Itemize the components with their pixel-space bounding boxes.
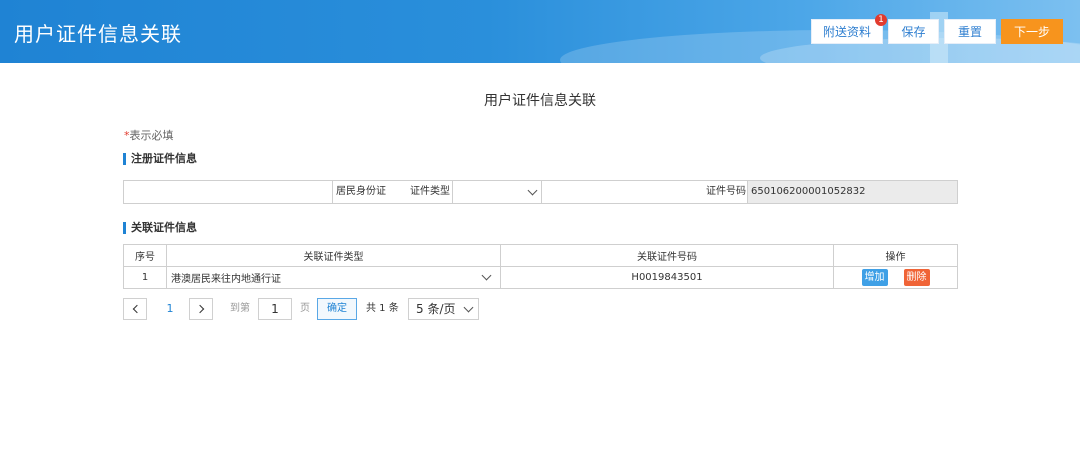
registration-section-title: 注册证件信息 [123, 153, 197, 165]
row-actions: 增加 删除 [833, 266, 958, 289]
id-number-label: 证件号码 [541, 181, 746, 203]
page-size-value: 5 条/页 [416, 302, 456, 316]
chevron-right-icon [195, 304, 204, 314]
chevron-down-icon [527, 185, 538, 196]
delete-row-button[interactable]: 删除 [903, 269, 930, 286]
table-row: 1 港澳居民来往内地通行证 H0019843501 增加 删除 [123, 266, 958, 289]
id-number-field: 650106200001052832 [747, 181, 957, 203]
add-row-button[interactable]: 增加 [861, 269, 888, 286]
row-index: 1 [123, 266, 167, 289]
required-note: *表示必填 [124, 127, 174, 143]
related-number-field[interactable]: H0019843501 [500, 266, 834, 289]
related-section-title: 关联证件信息 [123, 222, 197, 234]
current-page-number[interactable]: 1 [162, 298, 178, 320]
page-size-select[interactable]: 5 条/页 [408, 298, 479, 320]
related-type-value: 港澳居民来往内地通行证 [171, 274, 281, 285]
related-type-select[interactable]: 港澳居民来往内地通行证 [166, 266, 501, 289]
related-id-table: 序号 关联证件类型 关联证件号码 操作 1 港澳居民来往内地通行证 H00198… [123, 244, 958, 289]
page-unit-label: 页 [300, 303, 310, 314]
chevron-left-icon [132, 304, 141, 314]
column-header-index: 序号 [123, 244, 167, 267]
save-button[interactable]: 保存 [888, 19, 939, 44]
next-step-button[interactable]: 下一步 [1001, 19, 1063, 44]
attach-materials-button[interactable]: 附送资料 [811, 19, 883, 44]
goto-label: 到第 [230, 303, 250, 314]
attach-count-badge: 1 [875, 14, 887, 26]
column-header-type: 关联证件类型 [166, 244, 501, 267]
goto-confirm-button[interactable]: 确定 [317, 298, 357, 320]
table-header-row: 序号 关联证件类型 关联证件号码 操作 [123, 244, 958, 267]
column-header-number: 关联证件号码 [500, 244, 834, 267]
registration-form-row: 证件类型 居民身份证 证件号码 650106200001052832 [123, 180, 958, 204]
id-type-select[interactable]: 居民身份证 [332, 181, 541, 203]
column-header-actions: 操作 [833, 244, 958, 267]
page-title: 用户证件信息关联 [484, 93, 596, 109]
required-note-text: 表示必填 [129, 129, 174, 142]
chevron-down-icon [481, 270, 492, 281]
id-type-value: 居民身份证 [336, 186, 386, 197]
reset-button[interactable]: 重置 [944, 19, 996, 44]
goto-page-input[interactable]: 1 [258, 298, 292, 320]
chevron-down-icon [463, 302, 474, 313]
prev-page-button[interactable] [123, 298, 147, 320]
app-title: 用户证件信息关联 [14, 22, 182, 46]
next-page-button[interactable] [189, 298, 213, 320]
total-count: 共 1 条 [366, 303, 399, 314]
